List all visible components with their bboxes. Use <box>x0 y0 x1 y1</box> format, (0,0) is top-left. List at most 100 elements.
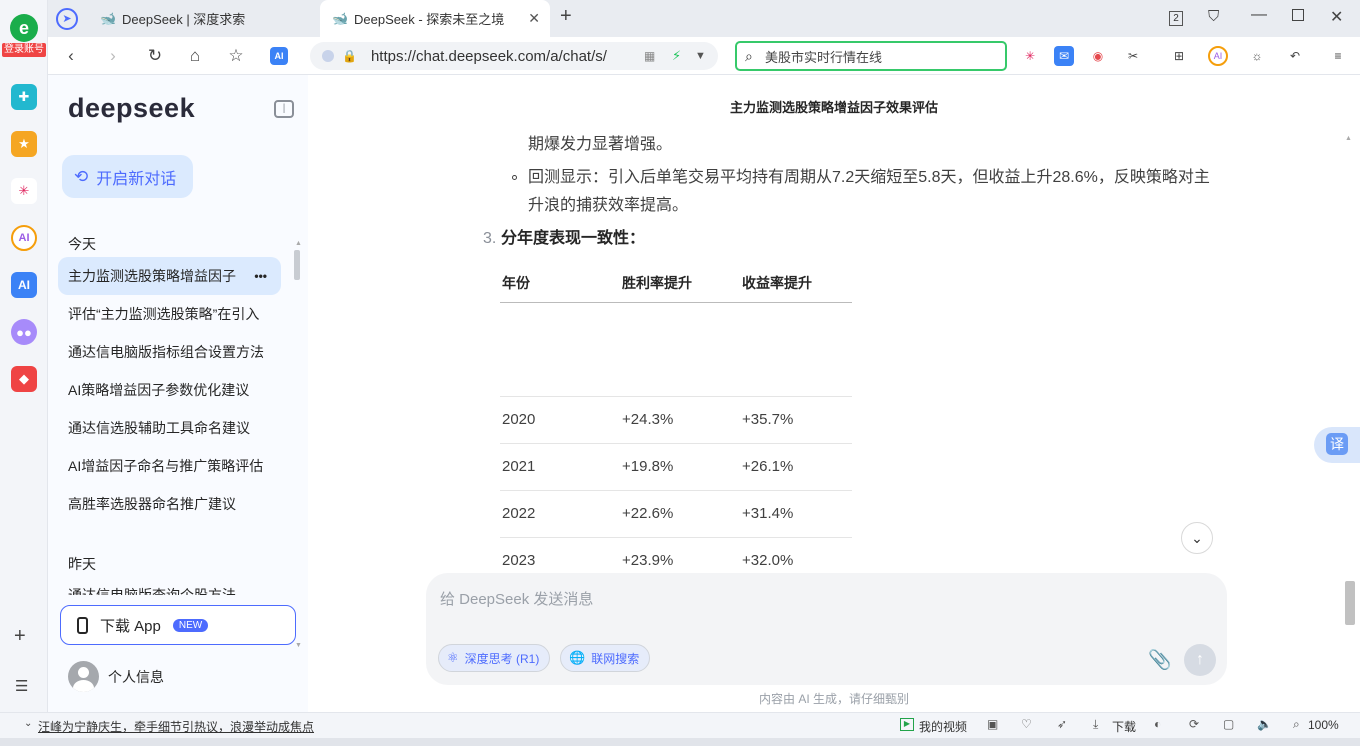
close-window-icon[interactable]: ✕ <box>1330 7 1343 27</box>
new-chat-icon: ⟲ <box>74 166 89 186</box>
answer-text-line: 期爆发力显著增强。 <box>528 136 673 153</box>
forward-icon[interactable]: › <box>102 45 124 67</box>
image-icon[interactable]: ▣ <box>987 717 998 731</box>
deep-think-toggle[interactable]: ⚛ 深度思考 (R1) <box>438 644 551 672</box>
table-row: 2021 +19.8% +26.1% <box>500 443 852 491</box>
lightning-icon[interactable]: ⚡ <box>672 48 681 64</box>
profile-button[interactable]: 个人信息 <box>68 661 164 692</box>
translate-button[interactable]: 译 <box>1314 427 1360 463</box>
tab-deepseek-home[interactable]: 🐋 DeepSeek | 深度求索 <box>88 0 316 37</box>
apps-grid-icon[interactable]: ⊞ <box>1169 46 1189 66</box>
globe-icon: 🌐 <box>569 650 586 665</box>
page-scroll-up-icon[interactable]: ▲ <box>1345 135 1352 142</box>
download-app-button[interactable]: 下载 App NEW <box>60 605 296 645</box>
chat-history-item[interactable]: 主力监测选股策略增益因子 ••• <box>58 257 281 295</box>
volume-icon[interactable]: 🔈 <box>1257 717 1272 731</box>
chevron-down-icon[interactable]: ⌄ <box>24 718 32 729</box>
download-link[interactable]: 下载 <box>1112 718 1136 735</box>
lock-icon: 🔒 <box>342 49 357 63</box>
web-search-toggle[interactable]: 🌐 联网搜索 <box>560 644 651 672</box>
list-number: 3. <box>483 230 497 247</box>
address-toolbar: ‹ › ↻ ⌂ ☆ AI 🔒 https://chat.deepseek.com… <box>48 37 1360 75</box>
site-info-icon[interactable] <box>322 50 334 62</box>
restore-window-icon[interactable] <box>1292 9 1304 21</box>
message-composer[interactable]: 给 DeepSeek 发送消息 ⚛ 深度思考 (R1) 🌐 联网搜索 📎 ↑ <box>426 573 1227 685</box>
minimize-icon[interactable]: — <box>1251 6 1267 24</box>
chat-item-label: 通达信选股辅助工具命名建议 <box>68 420 250 436</box>
browser-status-bar: ⌄ 汪峰为宁静庆生，牵手细节引热议，浪漫举动成焦点 ▶ 我的视频 ▣ ♡ ➶ ⤓… <box>0 712 1360 738</box>
chat-item-label: AI增益因子命名与推广策略评估 <box>68 458 264 474</box>
shirt-skin-icon[interactable]: ⛉ <box>1208 8 1219 25</box>
network-app-icon[interactable]: ✳ <box>11 178 37 204</box>
close-tab-icon[interactable]: ✕ <box>528 10 540 27</box>
group-title-yesterday: 昨天 <box>68 556 96 572</box>
reload-icon[interactable]: ↻ <box>144 45 166 67</box>
new-chat-button[interactable]: ⟲ 开启新对话 <box>62 155 193 198</box>
rocket-icon[interactable]: ➶ <box>1057 717 1067 731</box>
bot-icon[interactable]: ●● <box>11 319 37 345</box>
chat-history-item[interactable]: 通达信电脑版查询个股方法 <box>58 577 281 595</box>
network-extension-icon[interactable]: ✳ <box>1020 46 1040 66</box>
new-tab-button[interactable]: + <box>560 5 572 28</box>
tab-title: DeepSeek | 深度求索 <box>122 12 246 27</box>
table-row <box>500 302 852 397</box>
url-bar[interactable]: 🔒 https://chat.deepseek.com/a/chat/s/ ▦ … <box>310 42 718 70</box>
collapse-sidebar-icon[interactable]: | <box>274 100 294 118</box>
section-heading: 分年度表现一致性： <box>501 230 646 247</box>
scroll-to-bottom-button[interactable]: ⌄ <box>1181 522 1213 554</box>
sidebar-scrollbar[interactable]: ▲ ▼ <box>294 240 302 650</box>
star-favorites-icon[interactable]: ★ <box>11 131 37 157</box>
chat-history-item[interactable]: 评估“主力监测选股策略”在引入 <box>58 295 281 333</box>
table-header: 胜利率提升 <box>620 265 740 303</box>
browser-logo-icon[interactable]: e <box>10 14 38 42</box>
mail-icon[interactable]: ✉ <box>1054 46 1074 66</box>
page-scrollbar-thumb[interactable] <box>1345 581 1355 625</box>
deepseek-logo[interactable]: deepseek <box>68 93 195 124</box>
my-video-link[interactable]: 我的视频 <box>919 718 967 735</box>
undo-icon[interactable]: ↶ <box>1285 46 1305 66</box>
chat-history-item[interactable]: AI增益因子命名与推广策略评估 <box>58 447 281 485</box>
send-button[interactable]: ↑ <box>1184 644 1216 676</box>
weibo-icon[interactable]: ◉ <box>1088 46 1108 66</box>
back-icon[interactable]: ‹ <box>60 45 82 67</box>
news-ticker[interactable]: 汪峰为宁静庆生，牵手细节引热议，浪漫举动成焦点 <box>38 718 314 735</box>
scissors-icon[interactable]: ✂ <box>1123 46 1143 66</box>
bookmark-star-icon[interactable]: ☆ <box>225 45 247 67</box>
play-video-icon: ▶ <box>900 718 914 731</box>
heart-icon[interactable]: ♡ <box>1021 717 1032 731</box>
navigation-compass-icon[interactable]: ➤ <box>56 8 78 30</box>
incognito-icon[interactable]: ◐ <box>1154 717 1161 731</box>
sync-icon[interactable]: ⟳ <box>1189 717 1199 731</box>
ai-extension-icon[interactable]: AI <box>1208 46 1228 66</box>
login-badge[interactable]: 登录账号 <box>2 43 46 57</box>
zoom-level[interactable]: 100% <box>1308 718 1339 732</box>
table-row: 2020 +24.3% +35.7% <box>500 396 852 444</box>
qr-code-icon[interactable]: ▦ <box>644 49 655 63</box>
table-cell: +19.8% <box>620 443 740 491</box>
message-input[interactable]: 给 DeepSeek 发送消息 <box>440 588 593 609</box>
more-options-icon[interactable]: ••• <box>254 269 267 283</box>
chat-history-item[interactable]: AI策略增益因子参数优化建议 <box>58 371 281 409</box>
game-controller-icon[interactable]: ◆ <box>11 366 37 392</box>
home-icon[interactable]: ⌂ <box>184 45 206 67</box>
chat-history-item[interactable]: 通达信选股辅助工具命名建议 <box>58 409 281 447</box>
tab-deepseek-chat[interactable]: 🐋 DeepSeek - 探索未至之境 ✕ <box>320 0 550 37</box>
chat-history-item[interactable]: 通达信电脑版指标组合设置方法 <box>58 333 281 371</box>
chevron-down-icon[interactable]: ▼ <box>695 50 706 62</box>
tab-count-button[interactable]: 2 <box>1169 11 1183 26</box>
paperclip-icon[interactable]: 📎 <box>1148 648 1172 672</box>
brightness-icon[interactable]: ☼ <box>1247 46 1267 66</box>
ai-app-icon[interactable]: AI <box>11 272 37 298</box>
cross-app-icon[interactable]: ✚ <box>11 84 37 110</box>
ai-assistant-icon[interactable]: AI <box>11 225 37 251</box>
window-icon[interactable]: ▢ <box>1223 717 1234 731</box>
url-text[interactable]: https://chat.deepseek.com/a/chat/s/ <box>371 48 607 65</box>
download-app-label: 下载 App <box>100 617 161 635</box>
chat-history-item[interactable]: 高胜率选股器命名推广建议 <box>58 485 281 523</box>
add-icon[interactable]: + <box>14 625 26 648</box>
menu-list-icon[interactable]: ☰ <box>15 677 28 695</box>
search-input[interactable]: ⌕ 美股市实时行情在线 <box>735 41 1007 71</box>
main-menu-icon[interactable]: ≡ <box>1328 46 1348 66</box>
table-cell: +24.3% <box>620 396 740 444</box>
ai-toolbar-icon[interactable]: AI <box>270 47 288 65</box>
